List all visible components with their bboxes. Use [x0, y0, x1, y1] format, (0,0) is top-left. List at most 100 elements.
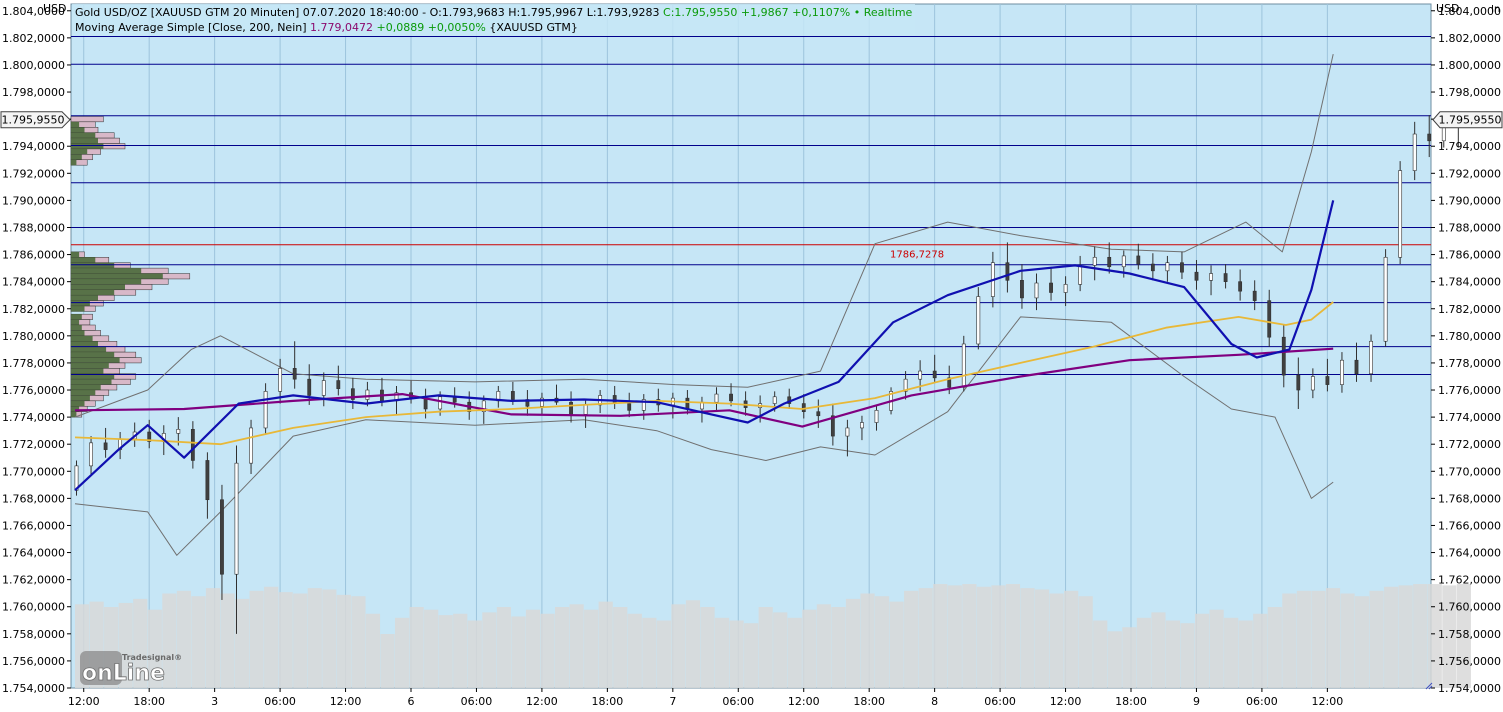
volume-bar — [1064, 590, 1079, 688]
volume-bar — [1209, 609, 1224, 688]
volume-bar — [409, 607, 424, 688]
volume-bar — [860, 593, 875, 688]
y-tick-label-right: 1.780,0000 — [1438, 330, 1501, 343]
profile-bar-buy — [71, 368, 104, 374]
candle-body — [1121, 255, 1126, 268]
profile-bar-buy — [71, 289, 115, 296]
volume-bar — [1136, 617, 1151, 688]
y-tick-label-right: 1.758,0000 — [1438, 628, 1501, 641]
y-tick-label-left: 1.790,0000 — [2, 194, 65, 207]
profile-bar-buy — [71, 352, 115, 358]
candle-body — [1150, 263, 1155, 272]
volume-bar — [1398, 585, 1413, 688]
profile-bar-buy — [71, 306, 85, 312]
volume-bar — [205, 588, 221, 688]
y-tick-label-left: 1.760,0000 — [2, 601, 65, 614]
y-tick-label-right: 1.782,0000 — [1438, 303, 1501, 316]
candle-body — [1267, 300, 1272, 338]
profile-bar-buy — [71, 143, 104, 149]
y-tick-label-right: 1.776,0000 — [1438, 384, 1501, 397]
volume-bar — [1253, 613, 1268, 688]
y-tick-label-right: 1.754,0000 — [1438, 682, 1501, 695]
volume-bar — [555, 607, 570, 688]
volume-bar — [1078, 596, 1093, 688]
x-tick-label: 9 — [1193, 695, 1200, 708]
volume-bar — [584, 609, 599, 688]
profile-bar-buy — [71, 390, 96, 396]
y-tick-label-right: 1.760,0000 — [1438, 601, 1501, 614]
candle-body — [961, 343, 966, 388]
legend-indicator-source: {XAUUSD GTM} — [489, 21, 578, 34]
candle-body — [714, 393, 719, 403]
candle-body — [1354, 359, 1359, 375]
candle-body — [1107, 256, 1112, 268]
y-tick-label-left: 1.768,0000 — [2, 492, 65, 505]
volume-bar — [744, 623, 759, 688]
candle-body — [1383, 256, 1388, 342]
volume-bar — [1238, 620, 1253, 688]
volume-bar — [1325, 588, 1341, 688]
candle-body — [510, 391, 515, 400]
candle-body — [1238, 281, 1243, 292]
volume-bar — [802, 609, 817, 688]
chart-legend: Gold USD/OZ [XAUUSD GTM 20 Minuten] 07.0… — [72, 4, 916, 36]
volume-bar — [1151, 612, 1166, 688]
currency-label-right: USD — [1436, 2, 1460, 15]
profile-bar-buy — [71, 384, 101, 391]
y-tick-label-right: 1.768,0000 — [1438, 492, 1501, 505]
profile-bar-buy — [71, 159, 77, 166]
candle-body — [336, 380, 341, 389]
volume-bar — [1369, 590, 1384, 688]
candle-body — [190, 428, 195, 461]
volume-bar — [1413, 584, 1428, 688]
x-tick-label: 06:00 — [722, 695, 754, 708]
volume-bar — [540, 613, 555, 688]
volume-bar — [264, 586, 279, 688]
legend-instrument: Gold USD/OZ [XAUUSD GTM 20 Minuten] 07.0… — [75, 6, 660, 19]
x-tick-label: 8 — [931, 695, 938, 708]
candle-body — [89, 442, 93, 467]
x-tick-label: 06:00 — [264, 695, 296, 708]
chart-root: 1786,7278 1.754,0000 1.756,0000 1.758,0000… — [0, 0, 1503, 708]
volume-bar — [1122, 627, 1137, 688]
profile-bar-buy — [71, 278, 142, 285]
profile-bar-buy — [71, 362, 109, 369]
volume-bar — [365, 613, 381, 688]
chart-svg[interactable]: 1786,7278 1.754,0000 1.756,0000 1.758,0000… — [0, 0, 1503, 708]
candle-body — [1034, 282, 1039, 299]
volume-bar — [845, 598, 861, 688]
volume-bar — [438, 615, 453, 688]
candle-body — [1252, 290, 1257, 301]
candle-body — [1281, 336, 1286, 376]
volume-bar — [1282, 593, 1297, 688]
candle-body — [1369, 340, 1373, 375]
candle-body — [438, 396, 443, 410]
plot-area[interactable] — [70, 3, 1432, 689]
candle-body — [1165, 262, 1170, 272]
volume-bar — [293, 593, 308, 688]
y-tick-label-left: 1.754,0000 — [2, 682, 65, 695]
y-tick-label-left: 1.762,0000 — [2, 574, 65, 587]
candle-body — [307, 378, 312, 396]
x-tick-label: 06:00 — [1246, 695, 1278, 708]
candle-body — [1340, 359, 1344, 385]
y-tick-label-right: 1.802,0000 — [1438, 32, 1501, 45]
volume-bar — [453, 613, 468, 688]
volume-bar — [1107, 631, 1122, 688]
profile-bar-buy — [71, 148, 88, 155]
candle-body — [278, 368, 283, 392]
volume-bar — [831, 607, 846, 688]
y-tick-label-right: 1.788,0000 — [1438, 221, 1501, 234]
profile-bar-buy — [71, 132, 96, 139]
profile-bar-buy — [71, 127, 85, 133]
x-tick-label: 12:00 — [330, 695, 362, 708]
y-tick-label-right: 1.798,0000 — [1438, 86, 1501, 99]
y-tick-label-right: 1.786,0000 — [1438, 249, 1501, 262]
x-tick-label: 18:00 — [592, 695, 624, 708]
volume-bar — [1267, 607, 1282, 688]
volume-bar — [176, 590, 191, 688]
profile-bar-buy — [71, 314, 82, 320]
volume-bar — [351, 596, 366, 688]
volume-bar — [889, 601, 904, 688]
y-tick-label-left: 1.782,0000 — [2, 303, 65, 316]
